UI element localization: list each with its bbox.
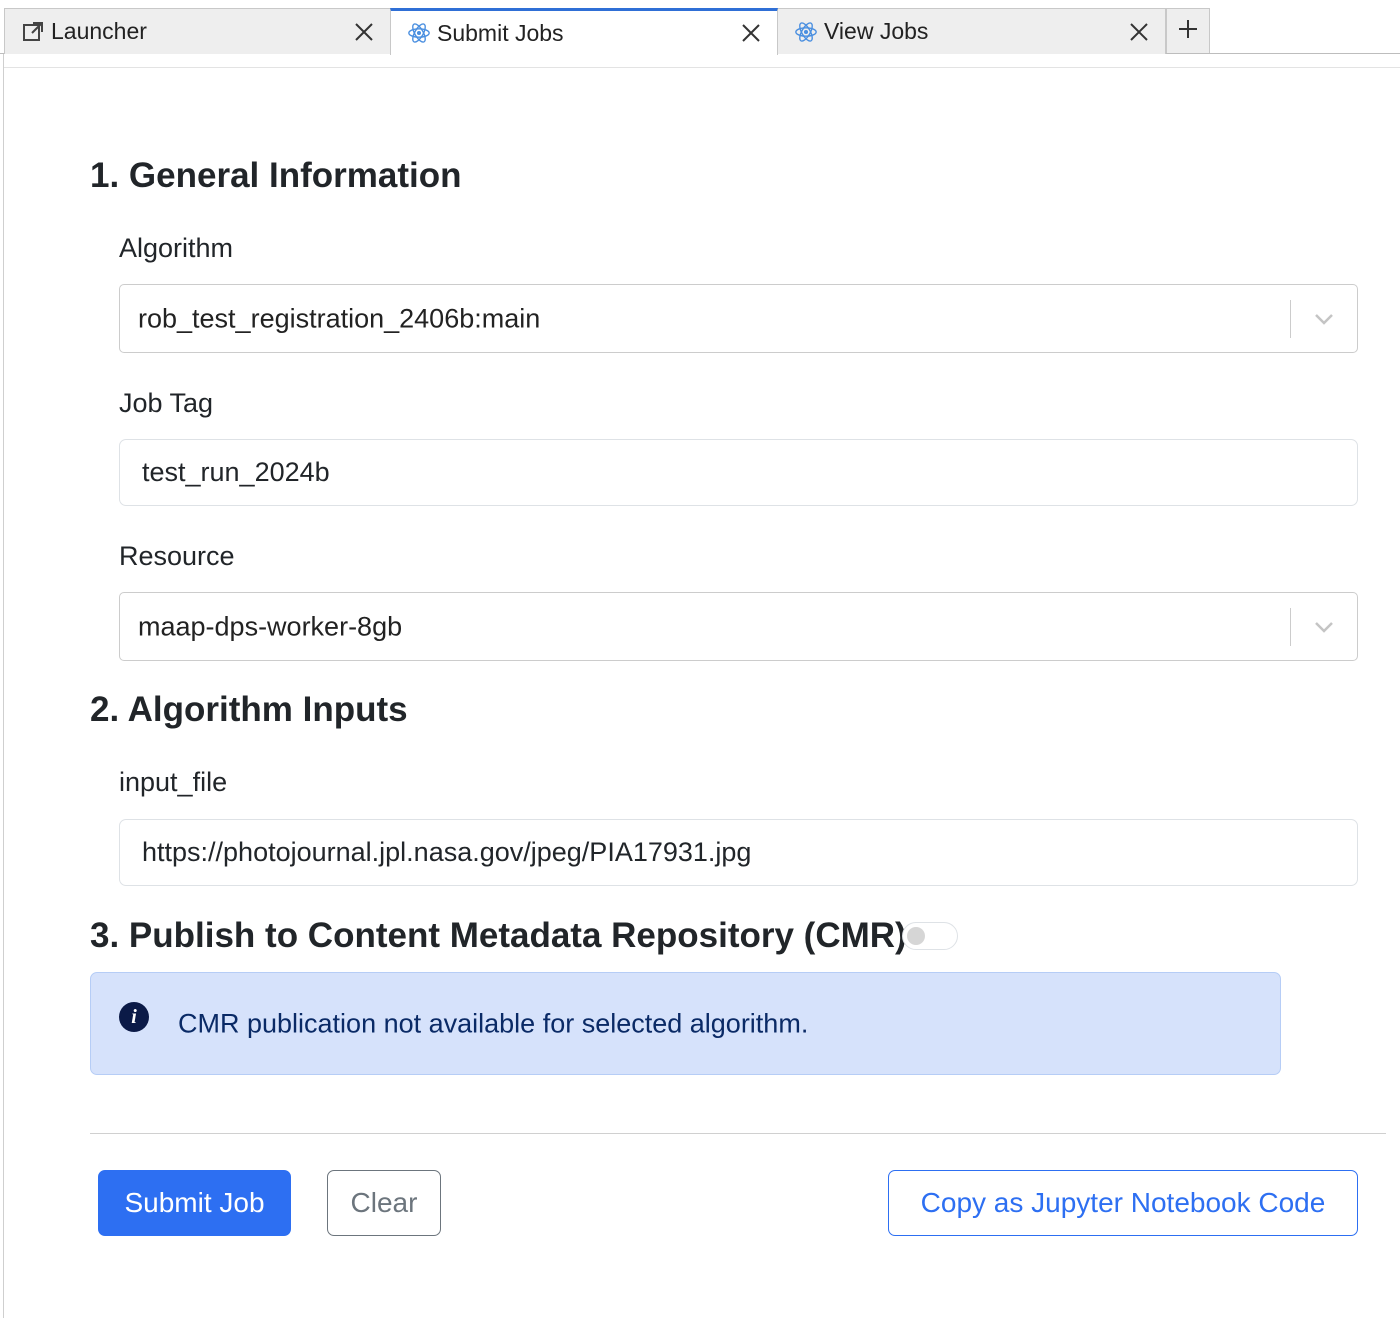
chevron-down-icon[interactable] (1311, 614, 1337, 640)
job-tag-input[interactable] (119, 439, 1358, 506)
tab-launcher-label: Launcher (51, 18, 147, 44)
tab-view-jobs[interactable]: View Jobs (777, 8, 1166, 54)
publish-cmr-toggle[interactable] (902, 922, 958, 950)
external-link-icon (21, 20, 45, 44)
form-divider (90, 1133, 1386, 1134)
close-icon[interactable] (1127, 20, 1151, 44)
panel-top-edge (4, 54, 1400, 68)
close-icon[interactable] (739, 21, 763, 45)
copy-notebook-code-button[interactable]: Copy as Jupyter Notebook Code (888, 1170, 1358, 1236)
cmr-info-alert: i CMR publication not available for sele… (90, 972, 1281, 1075)
section-inputs-title: 2. Algorithm Inputs (90, 690, 408, 729)
close-icon[interactable] (352, 20, 376, 44)
section-publish-title: 3. Publish to Content Metadata Repositor… (90, 916, 929, 955)
tab-submit-jobs-label: Submit Jobs (437, 19, 564, 46)
resource-select-value: maap-dps-worker-8gb (138, 611, 403, 641)
resource-select[interactable]: maap-dps-worker-8gb (119, 592, 1358, 661)
section-general-title: 1. General Information (90, 156, 462, 195)
algorithm-select-value: rob_test_registration_2406b:main (138, 303, 541, 333)
plus-icon (1178, 19, 1198, 44)
info-icon: i (119, 1002, 149, 1032)
toggle-knob (907, 927, 925, 945)
submit-job-button[interactable]: Submit Job (98, 1170, 291, 1236)
tab-submit-jobs[interactable]: Submit Jobs (390, 8, 778, 55)
clear-button[interactable]: Clear (327, 1170, 441, 1236)
tab-view-jobs-label: View Jobs (824, 18, 929, 44)
react-icon (794, 20, 818, 44)
input-file-label: input_file (119, 767, 228, 797)
chevron-down-icon[interactable] (1311, 306, 1337, 332)
job-tag-label: Job Tag (119, 388, 214, 418)
tab-launcher[interactable]: Launcher (4, 8, 391, 54)
tab-bar: Launcher Submit Jobs View Jobs (0, 0, 1400, 55)
add-tab-button[interactable] (1166, 8, 1210, 53)
input-file-field[interactable] (119, 819, 1358, 886)
select-separator (1290, 608, 1291, 646)
resource-label: Resource (119, 541, 235, 571)
select-separator (1290, 300, 1291, 338)
alert-text: CMR publication not available for select… (178, 1008, 809, 1038)
algorithm-label: Algorithm (119, 233, 234, 263)
panel-border (3, 54, 4, 1318)
algorithm-select[interactable]: rob_test_registration_2406b:main (119, 284, 1358, 353)
react-icon (407, 21, 431, 45)
